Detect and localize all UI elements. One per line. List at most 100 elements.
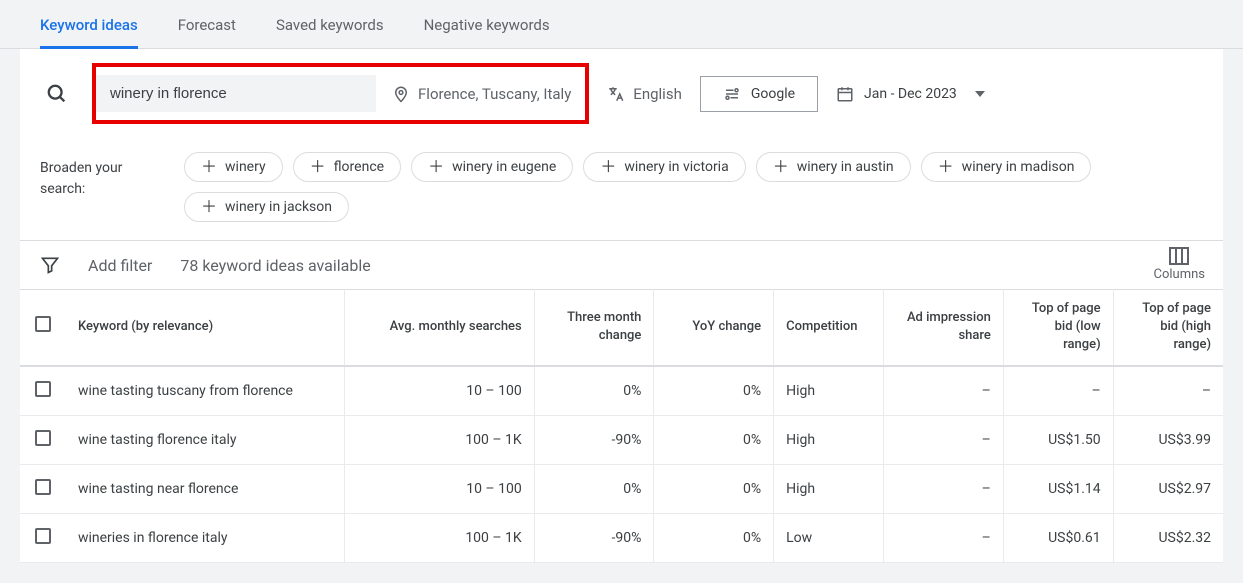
cell-three-month: 0%	[534, 366, 654, 416]
cell-bid-high: US$3.99	[1113, 415, 1223, 464]
table-row[interactable]: wineries in florence italy100 – 1K-90%0%…	[20, 513, 1223, 562]
main-panel: Florence, Tuscany, Italy English Google …	[20, 49, 1223, 563]
tab-saved-keywords[interactable]: Saved keywords	[276, 10, 384, 48]
broaden-chip[interactable]: ＋ winery in madison	[921, 152, 1092, 182]
chip-label: florence	[334, 159, 384, 175]
col-competition[interactable]: Competition	[774, 290, 884, 366]
cell-yoy: 0%	[654, 415, 774, 464]
plus-icon: ＋	[201, 159, 217, 175]
broaden-chip[interactable]: ＋ winery in jackson	[184, 192, 349, 222]
cell-yoy: 0%	[654, 513, 774, 562]
add-filter-button[interactable]: Add filter	[88, 256, 152, 275]
cell-keyword: wine tasting tuscany from florence	[66, 366, 345, 416]
keyword-ideas-table: Keyword (by relevance) Avg. monthly sear…	[20, 289, 1223, 563]
filter-toolbar: Add filter 78 keyword ideas available Co…	[20, 241, 1223, 289]
date-range-selector[interactable]: Jan - Dec 2023	[836, 85, 985, 103]
plus-icon: ＋	[428, 159, 444, 175]
col-three-month[interactable]: Three month change	[534, 290, 654, 366]
cell-bid-low: –	[1003, 366, 1113, 416]
row-checkbox[interactable]	[35, 430, 51, 446]
chip-label: winery in austin	[797, 159, 894, 175]
calendar-icon	[836, 85, 854, 103]
tabs-row: Keyword ideas Forecast Saved keywords Ne…	[0, 0, 1243, 49]
filter-funnel-icon[interactable]	[40, 255, 60, 275]
location-label: Florence, Tuscany, Italy	[418, 85, 571, 103]
broaden-chip[interactable]: ＋ winery in victoria	[583, 152, 745, 182]
cell-avg: 10 – 100	[345, 366, 534, 416]
columns-icon	[1169, 247, 1189, 265]
chevron-down-icon	[975, 91, 985, 97]
row-checkbox[interactable]	[35, 479, 51, 495]
cell-competition: Low	[774, 513, 884, 562]
cell-bid-high: US$2.97	[1113, 464, 1223, 513]
chip-label: winery in jackson	[225, 199, 332, 215]
broaden-search-row: Broaden your search: ＋winery ＋florence ＋…	[20, 138, 1223, 241]
cell-avg: 100 – 1K	[345, 415, 534, 464]
language-label: English	[633, 85, 682, 103]
tab-forecast[interactable]: Forecast	[178, 10, 236, 48]
cell-competition: High	[774, 366, 884, 416]
search-input-wrap[interactable]	[96, 75, 376, 112]
table-row[interactable]: wine tasting tuscany from florence10 – 1…	[20, 366, 1223, 416]
cell-yoy: 0%	[654, 366, 774, 416]
broaden-chip[interactable]: ＋ winery in austin	[756, 152, 911, 182]
ideas-available-label: 78 keyword ideas available	[180, 256, 370, 275]
search-icon-wrap	[40, 77, 74, 111]
columns-button[interactable]: Columns	[1154, 247, 1206, 282]
network-icon	[723, 85, 741, 103]
col-avg-searches[interactable]: Avg. monthly searches	[345, 290, 534, 366]
cell-competition: High	[774, 415, 884, 464]
cell-keyword: wineries in florence italy	[66, 513, 345, 562]
cell-avg: 100 – 1K	[345, 513, 534, 562]
cell-three-month: -90%	[534, 415, 654, 464]
row-checkbox[interactable]	[35, 528, 51, 544]
col-bid-high[interactable]: Top of page bid (high range)	[1113, 290, 1223, 366]
col-yoy[interactable]: YoY change	[654, 290, 774, 366]
language-selector[interactable]: English	[607, 85, 682, 103]
broaden-label: Broaden your search:	[40, 152, 160, 222]
cell-ad-impression: –	[884, 366, 1004, 416]
cell-bid-high: US$2.32	[1113, 513, 1223, 562]
broaden-chip[interactable]: ＋florence	[293, 152, 401, 182]
col-bid-low[interactable]: Top of page bid (low range)	[1003, 290, 1113, 366]
row-checkbox[interactable]	[35, 381, 51, 397]
search-icon	[46, 83, 68, 105]
broaden-chip-container: ＋winery ＋florence ＋winery in eugene ＋win…	[184, 152, 1203, 222]
date-range-label: Jan - Dec 2023	[864, 86, 957, 102]
search-location-highlight: Florence, Tuscany, Italy	[92, 63, 589, 124]
table-row[interactable]: wine tasting florence italy100 – 1K-90%0…	[20, 415, 1223, 464]
cell-bid-low: US$1.50	[1003, 415, 1113, 464]
tab-negative-keywords[interactable]: Negative keywords	[424, 10, 550, 48]
plus-icon: ＋	[938, 159, 954, 175]
chip-label: winery in eugene	[452, 159, 556, 175]
tab-keyword-ideas[interactable]: Keyword ideas	[40, 10, 138, 49]
keyword-search-input[interactable]	[110, 85, 362, 102]
cell-bid-low: US$0.61	[1003, 513, 1113, 562]
table-header-row: Keyword (by relevance) Avg. monthly sear…	[20, 290, 1223, 366]
cell-keyword: wine tasting florence italy	[66, 415, 345, 464]
table-row[interactable]: wine tasting near florence10 – 1000%0%Hi…	[20, 464, 1223, 513]
cell-ad-impression: –	[884, 513, 1004, 562]
select-all-checkbox[interactable]	[35, 316, 51, 332]
cell-keyword: wine tasting near florence	[66, 464, 345, 513]
plus-icon: ＋	[201, 199, 217, 215]
col-keyword[interactable]: Keyword (by relevance)	[66, 290, 345, 366]
chip-label: winery	[225, 159, 266, 175]
broaden-chip[interactable]: ＋ winery	[184, 152, 283, 182]
cell-three-month: 0%	[534, 464, 654, 513]
cell-avg: 10 – 100	[345, 464, 534, 513]
cell-ad-impression: –	[884, 415, 1004, 464]
filters-row: Florence, Tuscany, Italy English Google …	[20, 49, 1223, 138]
broaden-chip[interactable]: ＋ winery in eugene	[411, 152, 573, 182]
chip-label: winery in victoria	[624, 159, 728, 175]
location-selector[interactable]: Florence, Tuscany, Italy	[392, 85, 571, 103]
plus-icon: ＋	[773, 159, 789, 175]
plus-icon: ＋	[600, 159, 616, 175]
cell-yoy: 0%	[654, 464, 774, 513]
cell-bid-low: US$1.14	[1003, 464, 1113, 513]
col-ad-impression[interactable]: Ad impression share	[884, 290, 1004, 366]
cell-competition: High	[774, 464, 884, 513]
chip-label: winery in madison	[962, 159, 1075, 175]
cell-three-month: -90%	[534, 513, 654, 562]
network-selector[interactable]: Google	[700, 76, 818, 112]
